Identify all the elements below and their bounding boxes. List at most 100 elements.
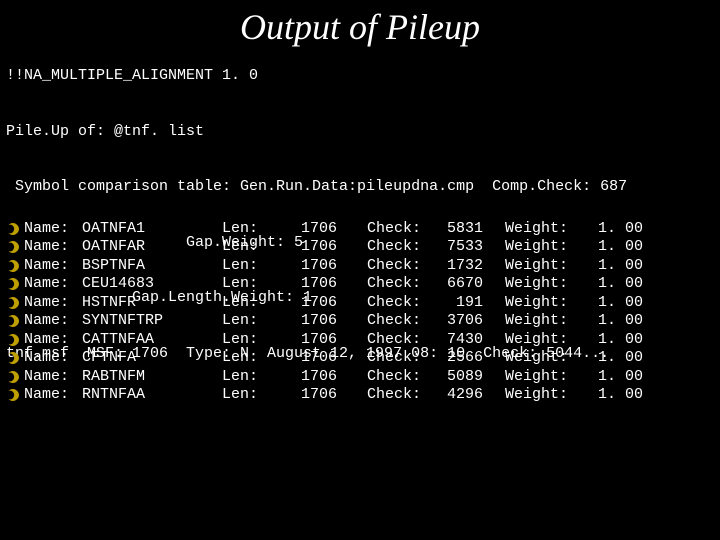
weight-value: 1. 00 xyxy=(573,238,653,257)
name-label: Name: xyxy=(24,349,82,368)
sequence-row: Name:SYNTNFTRPLen:1706Check:3706Weight:1… xyxy=(6,312,653,331)
check-value: 4296 xyxy=(429,386,505,405)
check-value: 3706 xyxy=(429,312,505,331)
weight-label: Weight: xyxy=(505,312,573,331)
len-value: 1706 xyxy=(267,368,367,387)
name-label: Name: xyxy=(24,294,82,313)
name-value: CATTNFAA xyxy=(82,331,222,350)
len-value: 1706 xyxy=(267,331,367,350)
weight-value: 1. 00 xyxy=(573,386,653,405)
name-value: OATNFA1 xyxy=(82,220,222,239)
bullet-icon xyxy=(6,277,20,291)
msf-header-line-1: !!NA_MULTIPLE_ALIGNMENT 1. 0 xyxy=(6,67,627,86)
bullet-icon xyxy=(6,388,20,402)
weight-value: 1. 00 xyxy=(573,257,653,276)
weight-value: 1. 00 xyxy=(573,312,653,331)
check-value: 7430 xyxy=(429,331,505,350)
weight-value: 1. 00 xyxy=(573,275,653,294)
bullet-icon xyxy=(6,222,20,236)
check-value: 5089 xyxy=(429,368,505,387)
name-label: Name: xyxy=(24,275,82,294)
bullet-icon xyxy=(6,259,20,273)
sequence-row: Name:CFTNFALen:1706Check:2566Weight:1. 0… xyxy=(6,349,653,368)
slide: Output of Pileup !!NA_MULTIPLE_ALIGNMENT… xyxy=(0,0,720,540)
weight-label: Weight: xyxy=(505,349,573,368)
bullet-icon xyxy=(6,370,20,384)
check-value: 7533 xyxy=(429,238,505,257)
len-value: 1706 xyxy=(267,220,367,239)
weight-value: 1. 00 xyxy=(573,220,653,239)
name-value: SYNTNFTRP xyxy=(82,312,222,331)
check-value: 1732 xyxy=(429,257,505,276)
name-label: Name: xyxy=(24,386,82,405)
weight-value: 1. 00 xyxy=(573,368,653,387)
weight-label: Weight: xyxy=(505,220,573,239)
len-label: Len: xyxy=(222,238,267,257)
len-label: Len: xyxy=(222,275,267,294)
msf-header-line-2: Pile.Up of: @tnf. list xyxy=(6,123,627,142)
len-label: Len: xyxy=(222,257,267,276)
len-label: Len: xyxy=(222,294,267,313)
sequence-row: Name:BSPTNFALen:1706Check:1732Weight:1. … xyxy=(6,257,653,276)
weight-value: 1. 00 xyxy=(573,294,653,313)
len-value: 1706 xyxy=(267,275,367,294)
name-label: Name: xyxy=(24,368,82,387)
check-value: 191 xyxy=(429,294,505,313)
name-value: RNTNFAA xyxy=(82,386,222,405)
len-value: 1706 xyxy=(267,238,367,257)
len-value: 1706 xyxy=(267,312,367,331)
name-label: Name: xyxy=(24,238,82,257)
sequence-row: Name:OATNFA1Len:1706Check:5831Weight:1. … xyxy=(6,220,653,239)
sequence-row: Name:RNTNFAALen:1706Check:4296Weight:1. … xyxy=(6,386,653,405)
check-label: Check: xyxy=(367,312,429,331)
len-label: Len: xyxy=(222,349,267,368)
weight-label: Weight: xyxy=(505,275,573,294)
name-value: CEU14683 xyxy=(82,275,222,294)
check-label: Check: xyxy=(367,294,429,313)
len-value: 1706 xyxy=(267,294,367,313)
name-label: Name: xyxy=(24,220,82,239)
name-value: RABTNFM xyxy=(82,368,222,387)
sequence-row: Name:CEU14683Len:1706Check:6670Weight:1.… xyxy=(6,275,653,294)
len-value: 1706 xyxy=(267,386,367,405)
weight-label: Weight: xyxy=(505,331,573,350)
check-label: Check: xyxy=(367,368,429,387)
weight-label: Weight: xyxy=(505,257,573,276)
sequence-row: Name:HSTNFRLen:1706Check:191Weight:1. 00 xyxy=(6,294,653,313)
bullet-icon xyxy=(6,314,20,328)
check-label: Check: xyxy=(367,386,429,405)
sequence-list: Name:OATNFA1Len:1706Check:5831Weight:1. … xyxy=(6,164,653,405)
len-value: 1706 xyxy=(267,349,367,368)
check-label: Check: xyxy=(367,275,429,294)
bullet-icon xyxy=(6,240,20,254)
len-value: 1706 xyxy=(267,257,367,276)
check-label: Check: xyxy=(367,331,429,350)
name-label: Name: xyxy=(24,331,82,350)
len-label: Len: xyxy=(222,331,267,350)
name-value: CFTNFA xyxy=(82,349,222,368)
name-label: Name: xyxy=(24,312,82,331)
check-value: 6670 xyxy=(429,275,505,294)
check-value: 5831 xyxy=(429,220,505,239)
bullet-icon xyxy=(6,351,20,365)
check-label: Check: xyxy=(367,349,429,368)
weight-label: Weight: xyxy=(505,238,573,257)
sequence-row: Name:RABTNFMLen:1706Check:5089Weight:1. … xyxy=(6,368,653,387)
name-label: Name: xyxy=(24,257,82,276)
len-label: Len: xyxy=(222,368,267,387)
weight-label: Weight: xyxy=(505,294,573,313)
len-label: Len: xyxy=(222,312,267,331)
weight-value: 1. 00 xyxy=(573,349,653,368)
weight-label: Weight: xyxy=(505,368,573,387)
check-value: 2566 xyxy=(429,349,505,368)
name-value: HSTNFR xyxy=(82,294,222,313)
weight-value: 1. 00 xyxy=(573,331,653,350)
sequence-row: Name:OATNFARLen:1706Check:7533Weight:1. … xyxy=(6,238,653,257)
check-label: Check: xyxy=(367,238,429,257)
name-value: OATNFAR xyxy=(82,238,222,257)
len-label: Len: xyxy=(222,220,267,239)
bullet-icon xyxy=(6,296,20,310)
sequence-row: Name:CATTNFAALen:1706Check:7430Weight:1.… xyxy=(6,331,653,350)
len-label: Len: xyxy=(222,386,267,405)
name-value: BSPTNFA xyxy=(82,257,222,276)
